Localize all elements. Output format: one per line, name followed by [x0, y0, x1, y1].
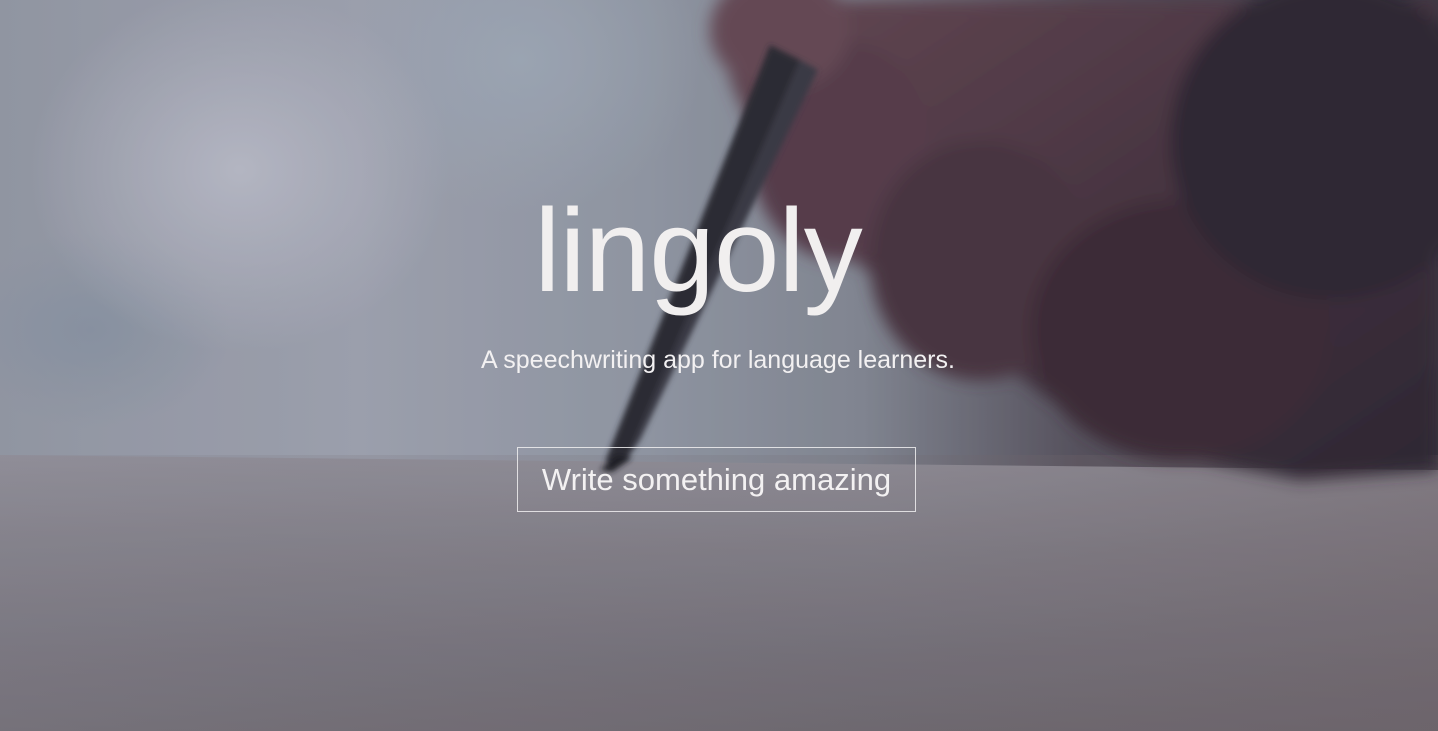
write-something-button[interactable]: Write something amazing — [517, 447, 916, 512]
hero-section: lingoly A speechwriting app for language… — [0, 0, 1438, 731]
app-tagline: A speechwriting app for language learner… — [481, 346, 955, 374]
app-logo: lingoly — [534, 185, 863, 317]
hero-content: lingoly A speechwriting app for language… — [0, 0, 1438, 731]
